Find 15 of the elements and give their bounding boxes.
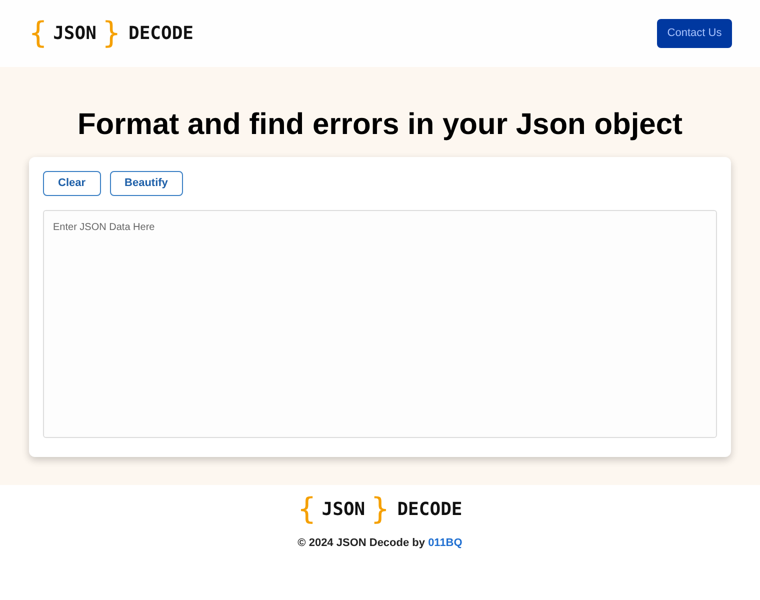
logo-brace: { [298, 495, 316, 525]
logo-brace: { [29, 18, 48, 48]
logo-brace: } [371, 495, 390, 525]
page-title: Format and find errors in your Json object [77, 107, 683, 143]
logo-text: JSON [53, 24, 96, 42]
author-link[interactable]: 011BQ [428, 537, 462, 549]
logo-text: JSON [322, 501, 366, 519]
logo-brace: } [102, 18, 120, 48]
beautify-button[interactable]: Beautify [110, 171, 183, 196]
contact-button[interactable]: Contact Us [657, 19, 732, 48]
clear-button[interactable]: Clear [43, 171, 101, 196]
copyright-text: © 2024 JSON Decode by 011BQ [298, 536, 462, 551]
logo-text: DECODE [128, 24, 194, 42]
json-input-field[interactable]: Enter JSON Data Here [43, 210, 717, 438]
logo-text: DECODE [397, 501, 462, 519]
